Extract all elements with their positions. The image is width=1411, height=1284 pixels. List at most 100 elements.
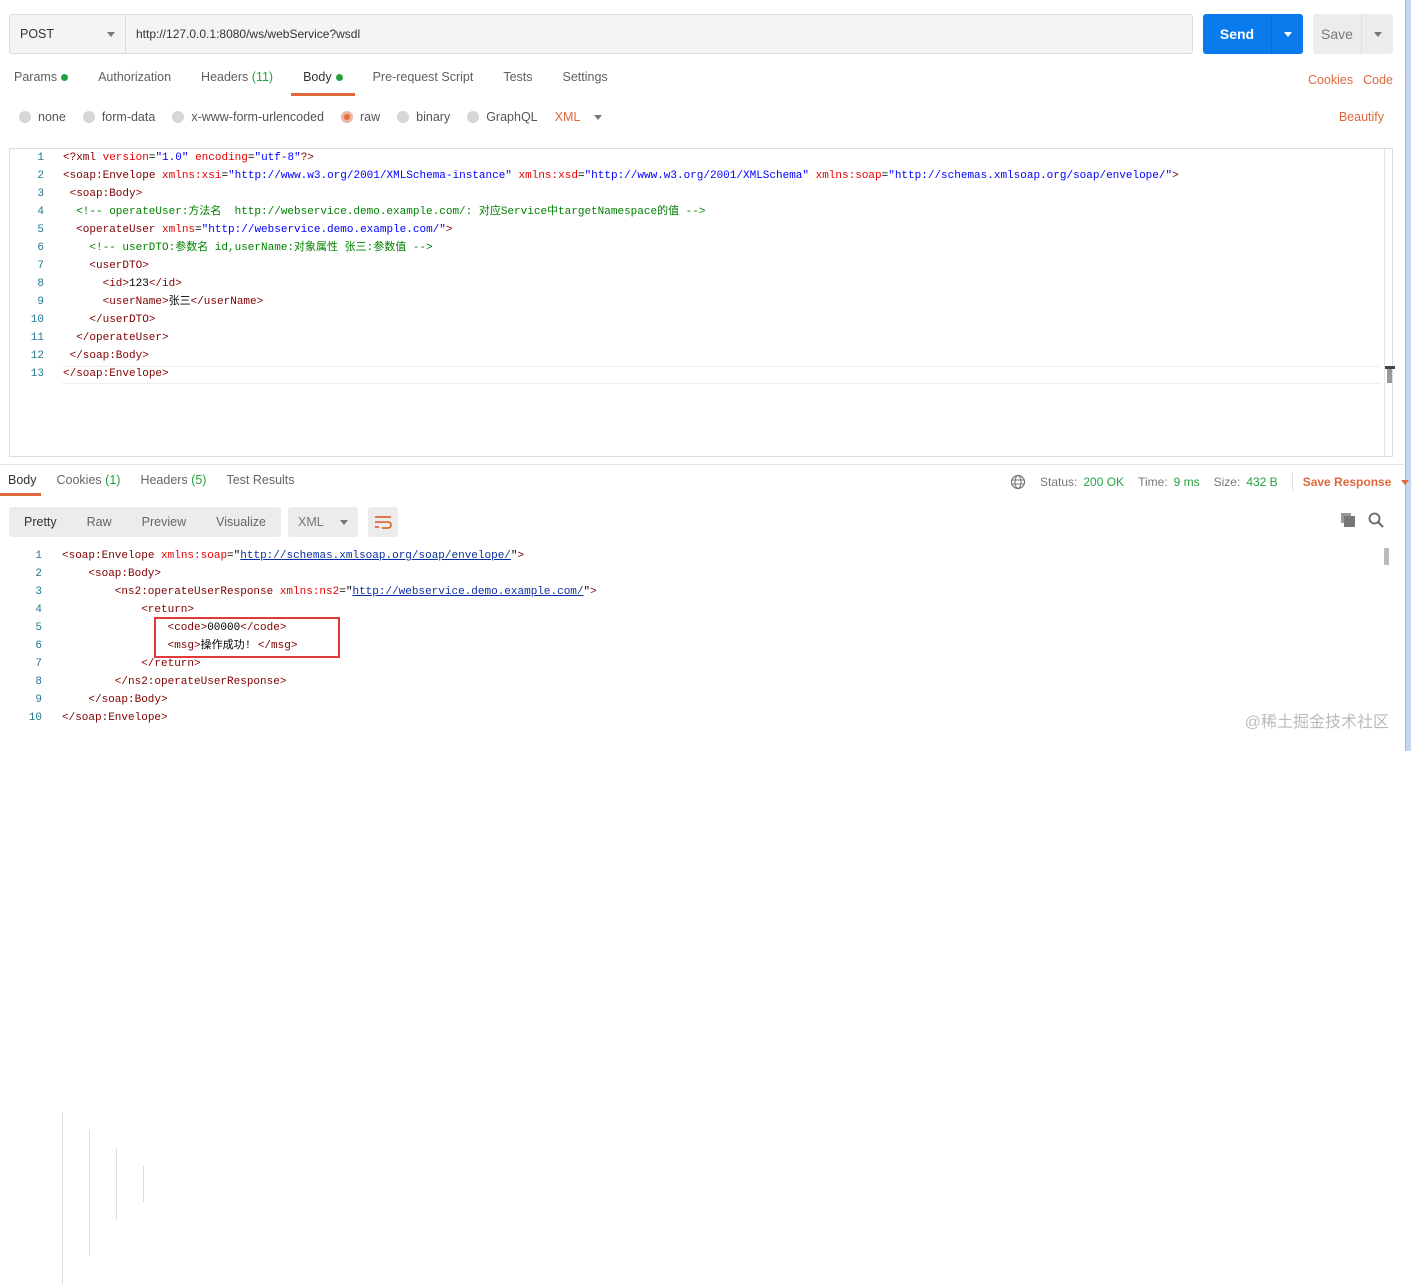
code-line: <?xml version="1.0" encoding="utf-8"?> [63, 149, 314, 167]
tab-label: Authorization [98, 70, 172, 84]
code-token: version [102, 152, 149, 164]
radio-circle-icon [341, 111, 353, 123]
current-line-highlight [62, 366, 1380, 384]
save-response-label: Save Response [1302, 475, 1392, 489]
save-response-button[interactable]: Save Response [1303, 475, 1410, 489]
code-token: = [577, 170, 585, 182]
tab-headers[interactable]: Headers (11) [201, 70, 273, 95]
url-input[interactable]: http://127.0.0.1:8080/ws/webService?wsdl [126, 15, 360, 53]
code-token: </return> [141, 658, 201, 670]
view-mode-visualize[interactable]: Visualize [201, 515, 281, 529]
send-button[interactable]: Send [1203, 14, 1272, 54]
response-tab-headers[interactable]: Headers (5) [140, 473, 206, 495]
radio-none[interactable]: none [19, 110, 66, 124]
chevron-down-icon [594, 114, 603, 120]
radio-graphql[interactable]: GraphQL [467, 110, 538, 124]
send-options-button[interactable] [1272, 14, 1303, 54]
cookies-link[interactable]: Cookies [1308, 73, 1353, 87]
radio-label: raw [360, 110, 381, 124]
radio-label: form-data [101, 110, 156, 124]
code-token: http://webservice.demo.example.com/ [352, 586, 584, 598]
tab-tests[interactable]: Tests [503, 70, 532, 95]
code-token: <id> [102, 278, 129, 290]
view-mode-pretty[interactable]: Pretty [9, 515, 72, 529]
tab-label: Settings [562, 70, 608, 84]
line-number: 6 [37, 242, 44, 254]
tab-authorization[interactable]: Authorization [98, 70, 171, 95]
radio-circle-icon [467, 111, 480, 123]
code-token: xmlns:xsi [162, 170, 222, 182]
copy-icon[interactable] [1340, 512, 1356, 528]
radio-x-www-form-urlencoded[interactable]: x-www-form-urlencoded [172, 110, 324, 124]
response-tab-test-results[interactable]: Test Results [226, 473, 294, 495]
tab-pre-request-script[interactable]: Pre-request Script [373, 70, 474, 95]
code-link[interactable]: Code [1363, 73, 1393, 87]
window-scrollbar[interactable] [1405, 0, 1411, 751]
save-button[interactable]: Save [1313, 14, 1362, 54]
editor-scrollbar[interactable] [1384, 149, 1395, 456]
request-body-editor[interactable]: 1 <?xml version="1.0" encoding="utf-8"?> 2… [9, 148, 1395, 457]
code-token: xmlns:soap [161, 550, 228, 562]
code-token: 123 [129, 278, 149, 290]
body-format-select[interactable]: XML [555, 110, 581, 124]
code-line: </userDTO> [89, 311, 155, 329]
search-icon[interactable] [1368, 512, 1384, 528]
tab-params[interactable]: Params [14, 70, 69, 95]
request-links: Cookies Code [1308, 73, 1393, 87]
radio-binary[interactable]: binary [397, 110, 450, 124]
code-token: 张三 [168, 296, 191, 308]
response-tab-body[interactable]: Body [0, 473, 40, 496]
time-value: 9 ms [1173, 475, 1200, 489]
response-tab-cookies[interactable]: Cookies (1) [57, 473, 121, 495]
response-scrollbar-thumb[interactable] [1384, 548, 1389, 565]
wrap-lines-icon [375, 516, 392, 529]
code-token: <operateUser [76, 224, 163, 236]
view-mode-raw[interactable]: Raw [72, 515, 127, 529]
tab-count: (5) [191, 473, 207, 487]
line-number: 8 [35, 676, 42, 688]
status-dot-icon [61, 74, 69, 82]
pane-divider[interactable] [0, 464, 1404, 465]
chevron-down-icon [1283, 31, 1292, 37]
globe-icon[interactable] [1010, 474, 1026, 490]
save-button-group: Save [1313, 14, 1393, 54]
save-options-button[interactable] [1362, 14, 1393, 54]
indent-guide [62, 1112, 63, 1284]
code-token: <userName> [102, 296, 169, 308]
code-token: > [590, 586, 597, 598]
code-token: </soap:Envelope> [62, 712, 168, 724]
code-line: <operateUser xmlns="http://webservice.de… [76, 221, 452, 239]
code-line: <id>123</id> [103, 275, 182, 293]
beautify-link[interactable]: Beautify [1339, 110, 1384, 124]
code-token: " [510, 550, 518, 562]
time-label: Time: [1138, 475, 1168, 489]
line-number: 1 [35, 550, 42, 562]
tab-label: Pre-request Script [372, 70, 474, 84]
view-mode-preview[interactable]: Preview [127, 515, 201, 529]
line-number: 2 [37, 170, 44, 182]
code-token: xmlns:soap [815, 170, 882, 182]
line-number: 10 [30, 314, 44, 326]
code-token: </soap:Body> [69, 350, 149, 362]
code-token: <soap:Body> [88, 568, 162, 580]
radio-form-data[interactable]: form-data [82, 110, 156, 124]
code-token: </userDTO> [89, 314, 156, 326]
code-token: ?> [300, 152, 314, 164]
status-dot-icon [335, 74, 343, 82]
response-status: Status: 200 OK Time: 9 ms Size: 432 B Save … [1010, 473, 1410, 491]
code-token: > [445, 224, 453, 236]
radio-label: binary [416, 110, 451, 124]
radio-label: none [38, 110, 66, 124]
chevron-down-icon [340, 519, 348, 525]
code-token: </userName> [190, 296, 264, 308]
code-token: <return> [141, 604, 194, 616]
size-value: 432 B [1246, 475, 1278, 489]
radio-raw[interactable]: raw [341, 110, 380, 124]
method-select[interactable]: POST [10, 15, 126, 53]
response-format-select[interactable]: XML [288, 507, 358, 537]
line-number: 1 [37, 152, 44, 164]
wrap-lines-button[interactable] [368, 507, 398, 537]
tab-settings[interactable]: Settings [563, 70, 608, 95]
code-token: xmlns [162, 224, 196, 236]
tab-body[interactable]: Body [291, 70, 354, 96]
